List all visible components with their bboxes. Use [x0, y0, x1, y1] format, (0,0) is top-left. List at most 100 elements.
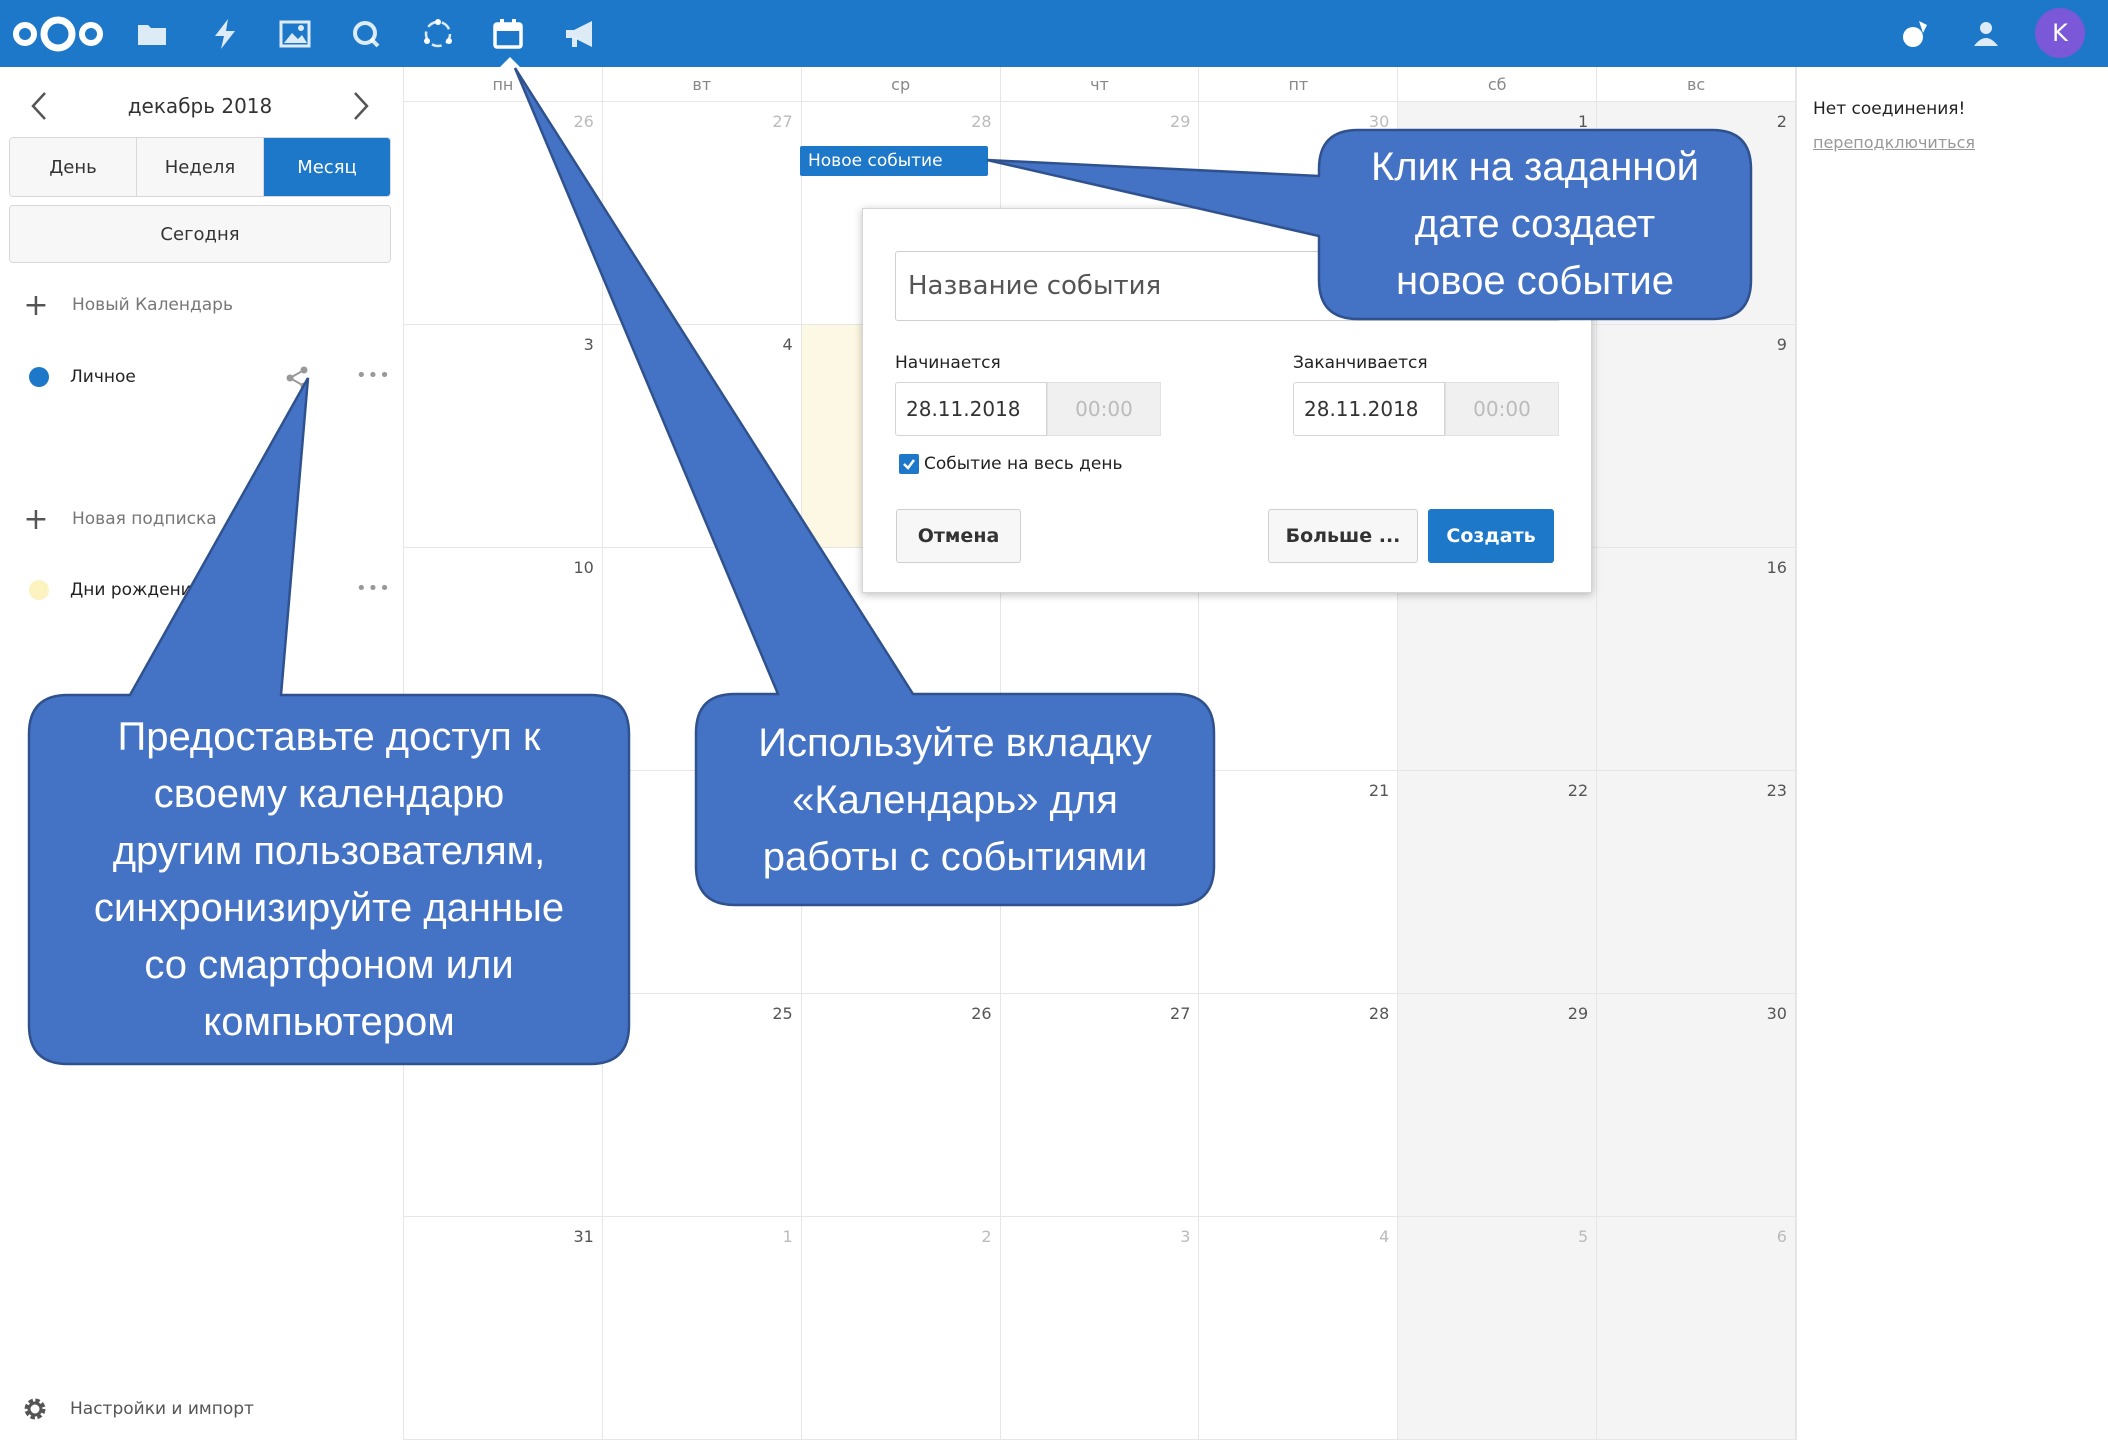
view-switcher: День Неделя Месяц [9, 137, 391, 197]
weekday-header: вт [602, 67, 802, 102]
right-panel: Нет соединения! переподключиться [1796, 67, 2108, 1440]
day-cell[interactable]: 27 [1000, 994, 1200, 1217]
day-number: 3 [1180, 1227, 1191, 1246]
day-cell[interactable]: 26 [404, 102, 603, 325]
day-number: 30 [1368, 112, 1390, 131]
day-cell[interactable]: 22 [1398, 771, 1598, 994]
day-cell[interactable]: 26 [801, 994, 1001, 1217]
day-number: 28 [1368, 1004, 1390, 1023]
day-number: 30 [1766, 1004, 1787, 1023]
settings-import-button[interactable]: Настройки и импорт [22, 1389, 254, 1429]
month-navigation: декабрь 2018 [0, 79, 404, 133]
end-date-input[interactable]: 28.11.2018 [1293, 382, 1445, 436]
user-avatar[interactable]: K [2035, 8, 2085, 58]
day-number: 2 [1776, 112, 1787, 131]
calendar-item-personal[interactable]: Личное ••• [0, 357, 404, 397]
day-number: 31 [573, 1227, 594, 1246]
notifications-icon[interactable] [1896, 0, 1936, 67]
all-day-label: Событие на весь день [924, 454, 1123, 474]
calendar-more-button[interactable]: ••• [356, 365, 391, 386]
circles-icon[interactable] [418, 0, 458, 67]
contacts-icon[interactable] [1966, 0, 2006, 67]
day-cell[interactable]: 5 [1398, 1217, 1598, 1440]
day-cell[interactable]: 30 [1597, 994, 1796, 1217]
reconnect-link[interactable]: переподключиться [1813, 133, 1975, 152]
files-icon[interactable] [132, 0, 172, 67]
day-cell[interactable]: 3 [1000, 1217, 1200, 1440]
weekday-header: сб [1398, 67, 1598, 102]
day-number: 25 [772, 1004, 793, 1023]
day-cell[interactable]: 3 [404, 325, 603, 548]
day-number: 6 [1776, 1227, 1787, 1246]
day-cell[interactable]: 31 [404, 1217, 603, 1440]
search-icon[interactable] [346, 0, 386, 67]
calendar-name: Личное [70, 367, 136, 387]
day-cell[interactable]: 28 [1199, 994, 1399, 1217]
cancel-button[interactable]: Отмена [896, 509, 1021, 563]
photos-icon[interactable] [275, 0, 315, 67]
active-app-indicator [500, 57, 520, 67]
settings-label: Настройки и импорт [70, 1399, 254, 1419]
create-button[interactable]: Создать [1428, 509, 1554, 563]
day-number: 10 [573, 558, 594, 577]
share-icon[interactable] [284, 365, 310, 395]
day-cell[interactable]: 23 [1597, 771, 1796, 994]
day-cell[interactable]: 4 [602, 325, 802, 548]
day-cell[interactable]: 27 [602, 102, 802, 325]
calendar-more-button[interactable]: ••• [356, 578, 391, 599]
today-button[interactable]: Сегодня [9, 205, 391, 263]
more-button[interactable]: Больше ... [1268, 509, 1418, 563]
view-week-button[interactable]: Неделя [137, 138, 264, 196]
view-month-button[interactable]: Месяц [264, 138, 390, 196]
day-cell[interactable]: 2 [801, 1217, 1001, 1440]
calendar-item-birthdays[interactable]: Дни рождени ••• [0, 570, 404, 610]
day-cell[interactable]: 16 [1597, 548, 1796, 771]
calendar-name: Дни рождени [70, 580, 192, 600]
day-number: 5 [1577, 1227, 1589, 1246]
calendar-color-dot [29, 580, 49, 600]
day-number: 26 [971, 1004, 992, 1023]
day-cell[interactable]: 9 [1597, 325, 1796, 548]
all-day-checkbox[interactable]: Событие на весь день [899, 454, 1123, 474]
day-cell[interactable]: 29 [1398, 994, 1598, 1217]
start-time-input[interactable]: 00:00 [1047, 382, 1161, 436]
day-cell[interactable]: 4 [1199, 1217, 1399, 1440]
day-cell[interactable]: 21 [1199, 771, 1399, 994]
callout-line: «Календарь» для [792, 777, 1118, 822]
announcements-icon[interactable] [561, 0, 601, 67]
callout-line: Клик на заданной [1371, 144, 1699, 189]
prev-month-button[interactable] [14, 79, 64, 133]
calendar-tab-callout-text: Используйте вкладку «Календарь» для рабо… [700, 700, 1210, 900]
callout-line: Предоставьте доступ к [117, 715, 541, 759]
day-cell[interactable]: 1 [602, 1217, 802, 1440]
start-date-input[interactable]: 28.11.2018 [895, 382, 1047, 436]
day-cell[interactable]: 25 [602, 994, 802, 1217]
plus-icon: + [23, 287, 49, 323]
weekday-header: пн [404, 67, 603, 102]
new-subscription-label: Новая подписка [72, 509, 217, 529]
new-subscription-button[interactable]: + Новая подписка [0, 499, 404, 539]
callout-line: работы с событиями [762, 834, 1148, 879]
day-number: 1 [1577, 112, 1589, 131]
new-calendar-label: Новый Календарь [72, 295, 233, 315]
next-month-button[interactable] [336, 79, 386, 133]
weekday-header: пт [1199, 67, 1399, 102]
day-number: 26 [573, 112, 594, 131]
view-day-button[interactable]: День [10, 138, 137, 196]
day-cell[interactable]: 6 [1597, 1217, 1796, 1440]
callout-line: своему календарю [153, 772, 505, 816]
callout-line: Используйте вкладку [758, 720, 1152, 765]
checkmark-icon [899, 454, 919, 474]
callout-line: компьютером [203, 1000, 455, 1044]
chevron-right-icon [354, 92, 369, 120]
nextcloud-logo-icon[interactable] [6, 0, 110, 67]
new-calendar-button[interactable]: + Новый Календарь [0, 285, 404, 325]
click-date-callout-text: Клик на заданной дате создает новое собы… [1325, 134, 1745, 314]
activity-icon[interactable] [205, 0, 245, 67]
callout-line: дате создает [1414, 201, 1656, 246]
end-time-input[interactable]: 00:00 [1445, 382, 1559, 436]
callout-line: новое событие [1395, 258, 1674, 303]
current-month-label[interactable]: декабрь 2018 [80, 79, 320, 133]
day-number: 1 [782, 1227, 793, 1246]
new-event-chip[interactable]: Новое событие [800, 146, 988, 176]
